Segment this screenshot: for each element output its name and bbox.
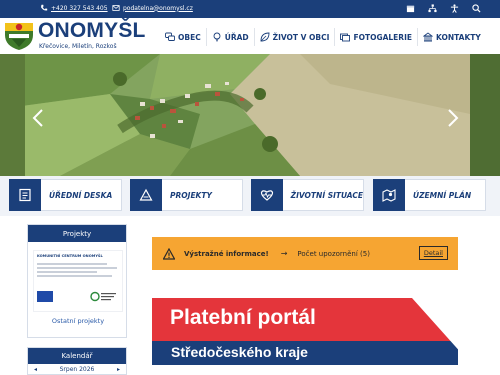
lightbulb-icon <box>213 32 221 42</box>
calendar-widget: Kalendář ◂ Srpen 2026 ▸ <box>27 347 127 375</box>
eu-flag-icon <box>37 291 53 302</box>
nav-item-label: FOTOGALERIE <box>353 32 412 42</box>
projects-widget-title: Projekty <box>28 225 126 242</box>
search-icon[interactable] <box>470 2 482 14</box>
leaf-icon <box>260 32 270 42</box>
photos-icon <box>340 33 351 42</box>
village-aerial-photo <box>0 54 500 176</box>
nav-item-label: OBEC <box>178 32 201 42</box>
arrow-right-icon: → <box>280 249 288 258</box>
calendar-next-icon[interactable]: ▸ <box>117 366 120 373</box>
banner-title: Platební portál <box>170 306 316 329</box>
hero-slider[interactable] <box>0 54 500 176</box>
alert-count: Počet upozornění (5) <box>297 249 370 258</box>
municipal-crest-logo[interactable] <box>3 21 35 51</box>
main-nav: OBEC ÚŘAD ŽIVOT V OBCI FOTOGALERIE KONTA… <box>160 28 486 46</box>
tile-label: ŽIVOTNÍ SITUACE <box>290 190 363 200</box>
site-title[interactable]: ONOMYŠL <box>38 19 146 43</box>
accessibility-icon[interactable] <box>448 2 460 14</box>
nav-item-urad[interactable]: ÚŘAD <box>205 28 254 46</box>
ministry-logo-icon <box>90 291 116 302</box>
site-header: ONOMYŠL Křečovice, Miletín, Rozkoš OBEC … <box>0 18 500 54</box>
tile-uredni-deska[interactable]: ÚŘEDNÍ DESKA <box>9 179 122 211</box>
mail-icon <box>112 5 120 11</box>
nav-item-label: KONTAKTY <box>436 32 481 42</box>
nav-item-label: ÚŘAD <box>224 32 249 42</box>
warning-alert-bar: Výstražné informace! → Počet upozornění … <box>152 237 458 270</box>
tile-zivotni-situace[interactable]: ŽIVOTNÍ SITUACE <box>251 179 364 211</box>
projects-widget: Projekty KOMUNITNÍ CENTRUM ONOMYŠL Ostat… <box>27 224 127 338</box>
phone-icon <box>41 4 48 11</box>
heartbeat-icon <box>260 190 273 201</box>
quick-links: ÚŘEDNÍ DESKA PROJEKTY ŽIVOTNÍ SITUACE ÚZ… <box>0 176 500 216</box>
other-projects-link[interactable]: Ostatní projekty <box>28 317 128 325</box>
sitemap-icon[interactable] <box>426 2 438 14</box>
slider-prev-button[interactable] <box>32 108 48 130</box>
payment-portal-banner[interactable]: Platební portál Středočeského kraje <box>152 298 458 375</box>
nav-item-kontakty[interactable]: KONTAKTY <box>417 28 486 46</box>
projects-icon <box>139 188 153 201</box>
slider-next-button[interactable] <box>447 108 463 130</box>
calendar-month: Srpen 2026 <box>59 366 95 373</box>
tile-label: ÚŘEDNÍ DESKA <box>49 190 113 200</box>
speech-bubbles-icon <box>165 32 175 41</box>
calendar-prev-icon[interactable]: ◂ <box>34 366 37 373</box>
board-icon <box>19 188 31 202</box>
project-poster-thumbnail[interactable]: KOMUNITNÍ CENTRUM ONOMYŠL <box>33 250 123 312</box>
nav-item-obec[interactable]: OBEC <box>160 28 206 46</box>
email-address[interactable]: podatelna@onomysl.cz <box>123 5 193 12</box>
alert-detail-button[interactable]: Detail <box>418 246 448 260</box>
alert-label: Výstražné informace! <box>184 249 269 258</box>
project-poster-title: KOMUNITNÍ CENTRUM ONOMYŠL <box>37 254 103 258</box>
banner-subtitle: Středočeského kraje <box>171 344 308 360</box>
tile-label: ÚZEMNÍ PLÁN <box>413 190 472 200</box>
warning-triangle-icon <box>163 247 175 260</box>
phone-contact[interactable]: +420 327 543 405 <box>40 4 108 12</box>
building-icon <box>423 32 433 42</box>
site-subtitle: Křečovice, Miletín, Rozkoš <box>39 43 117 50</box>
phone-number[interactable]: +420 327 543 405 <box>51 5 108 12</box>
chevron-left-icon <box>32 109 43 127</box>
nav-item-fotogalerie[interactable]: FOTOGALERIE <box>334 28 417 46</box>
email-contact[interactable]: podatelna@onomysl.cz <box>112 4 193 12</box>
tile-projekty[interactable]: PROJEKTY <box>130 179 243 211</box>
calendar-title: Kalendář <box>28 348 126 364</box>
nav-item-zivot-v-obci[interactable]: ŽIVOT V OBCI <box>253 28 335 46</box>
map-pin-icon <box>382 189 396 202</box>
tile-uzemni-plan[interactable]: ÚZEMNÍ PLÁN <box>373 179 486 211</box>
top-bar: +420 327 543 405 podatelna@onomysl.cz <box>0 0 500 18</box>
calendar-icon[interactable] <box>404 2 416 14</box>
chevron-right-icon <box>448 109 459 127</box>
nav-item-label: ŽIVOT V OBCI <box>272 32 330 42</box>
tile-label: PROJEKTY <box>170 190 212 200</box>
